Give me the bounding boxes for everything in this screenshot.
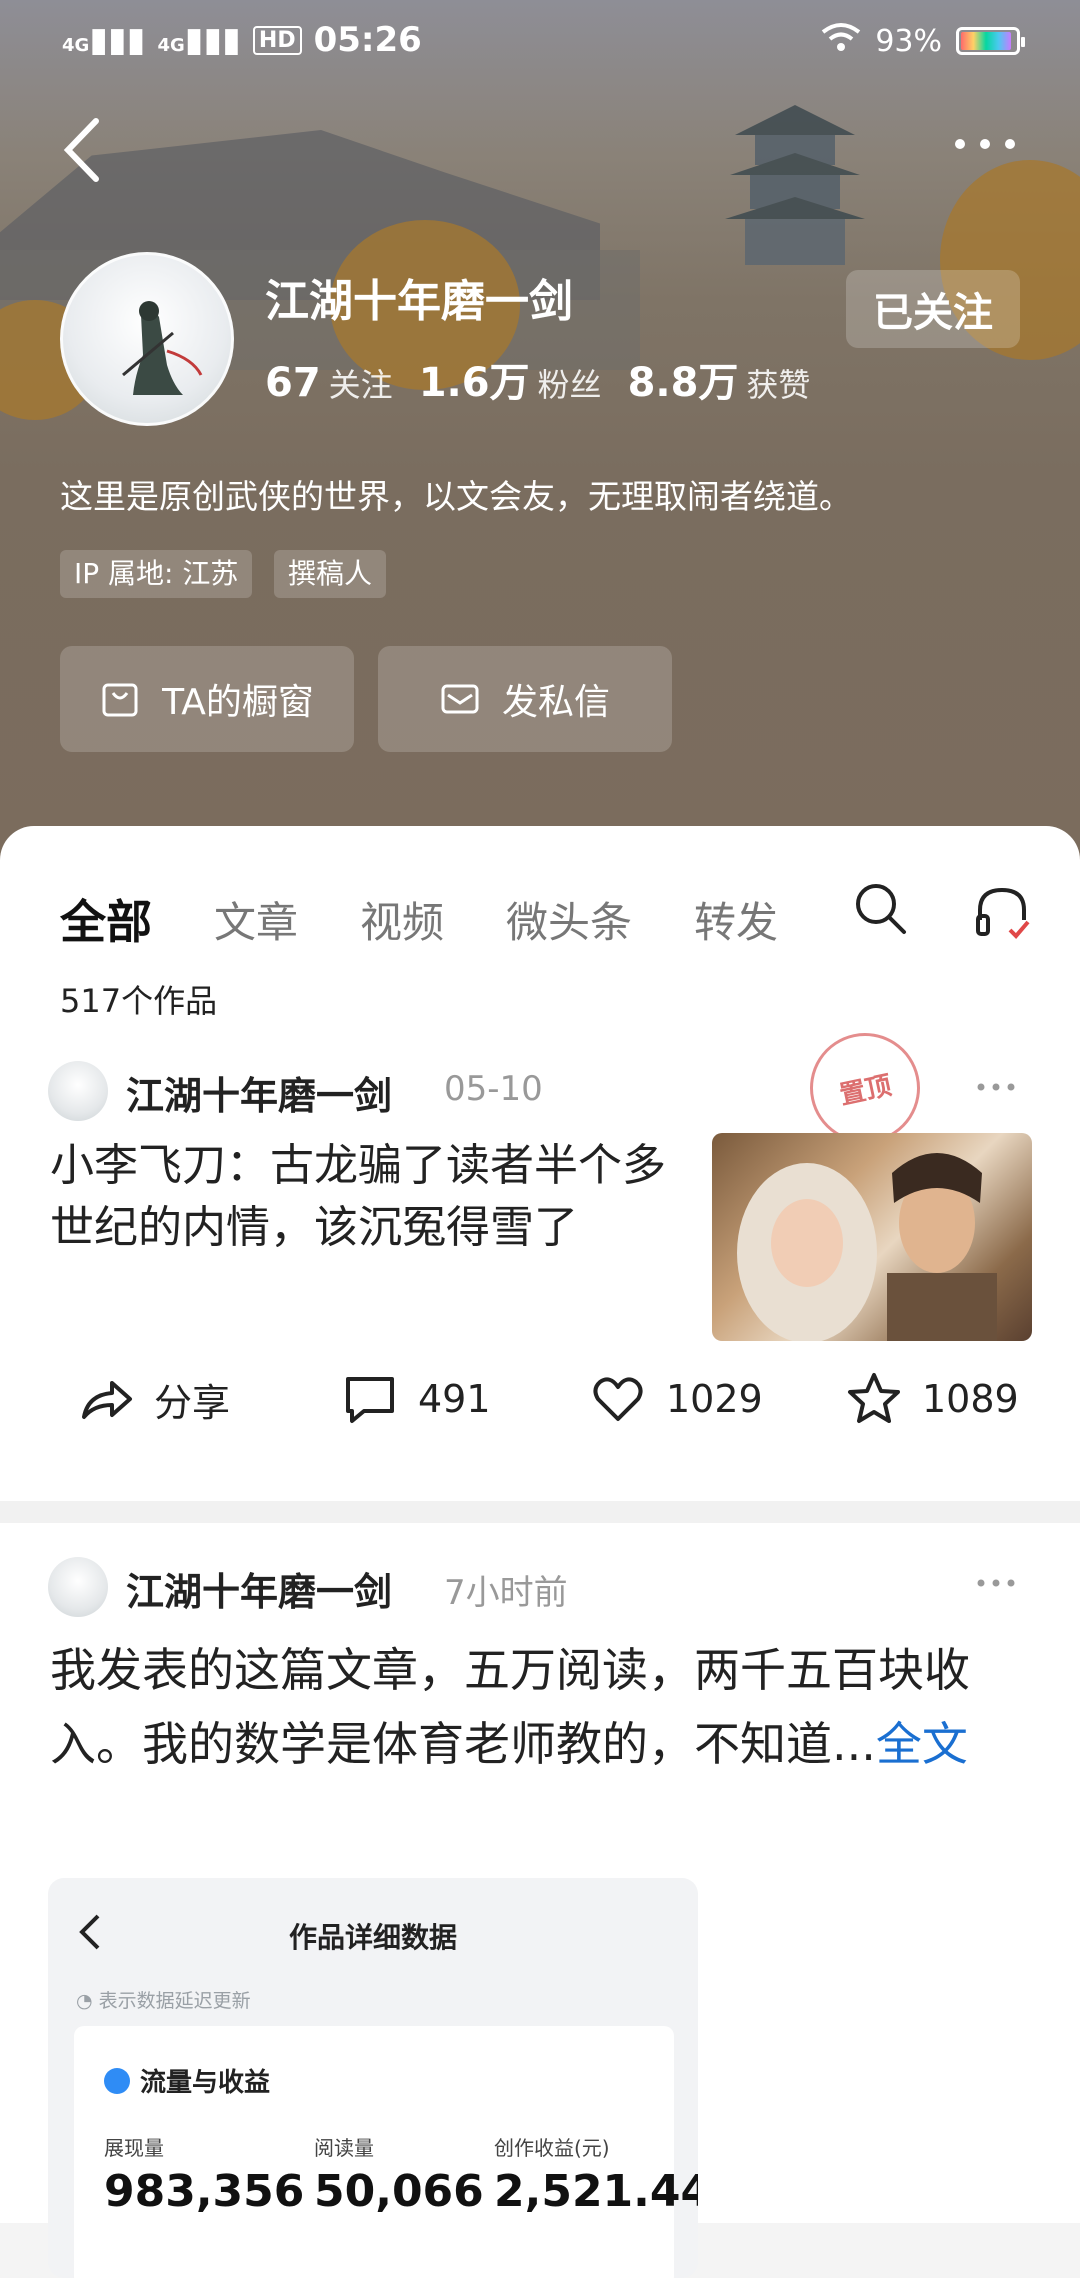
tab-articles[interactable]: 文章 bbox=[214, 889, 298, 950]
stat-following[interactable]: 67 关注 bbox=[265, 360, 393, 406]
card-note: ◔ 表示数据延迟更新 bbox=[76, 1990, 251, 2012]
back-button[interactable] bbox=[58, 115, 108, 185]
more-options-button[interactable] bbox=[950, 130, 1020, 160]
author-avatar[interactable] bbox=[48, 1061, 108, 1121]
section-divider bbox=[0, 1501, 1080, 1523]
works-count: 517个作品 bbox=[60, 982, 218, 1020]
card-note-text: 表示数据延迟更新 bbox=[98, 1990, 251, 2012]
post-thumbnail[interactable] bbox=[712, 1133, 1032, 1341]
profile-stats: 67 关注 1.6万 粉丝 8.8万 获赞 bbox=[265, 350, 810, 408]
section-label: 流量与收益 bbox=[140, 2068, 271, 2098]
tab-all[interactable]: 全部 bbox=[60, 886, 152, 952]
impressions-value: 983,356 bbox=[104, 2166, 305, 2217]
following-button[interactable]: 已关注 bbox=[846, 270, 1020, 348]
search-icon[interactable] bbox=[852, 880, 908, 936]
profile-bio: 这里是原创武侠的世界，以文会友，无理取闹者绕道。 bbox=[60, 477, 852, 516]
earnings-value: 2,521.44 bbox=[494, 2166, 698, 2217]
tab-micro-posts[interactable]: 微头条 bbox=[506, 889, 632, 950]
post-text[interactable]: 我发表的这篇文章，五万阅读，两千五百块收入。我的数学是体育老师教的，不知道...… bbox=[50, 1633, 1040, 1781]
lightning-icon bbox=[104, 2067, 130, 2094]
stats-panel: 流量与收益 展现量 阅读量 创作收益(元) 983,356 50,066 2,5… bbox=[74, 2026, 698, 2278]
favorite-count: 1089 bbox=[922, 1377, 1019, 1421]
swordsman-avatar-image bbox=[122, 301, 203, 395]
stats-section-title: 流量与收益 bbox=[104, 2062, 270, 2099]
share-icon bbox=[82, 1381, 132, 1419]
headphones-icon[interactable] bbox=[972, 882, 1032, 942]
comment-count: 491 bbox=[418, 1377, 491, 1421]
earnings-label: 创作收益(元) bbox=[494, 2136, 610, 2160]
battery-icon bbox=[956, 27, 1025, 55]
post-body: 我发表的这篇文章，五万阅读，两千五百块收入。我的数学是体育老师教的，不知道... bbox=[50, 1643, 970, 1771]
signal-indicator: 4G▮▮▮ bbox=[62, 20, 146, 60]
post-author[interactable]: 江湖十年磨一剑 bbox=[126, 1561, 392, 1616]
tab-videos[interactable]: 视频 bbox=[360, 889, 444, 950]
ip-location-tag: IP 属地: 江苏 bbox=[60, 550, 253, 598]
embedded-screenshot[interactable]: 作品详细数据 ◔ 表示数据延迟更新 流量与收益 展现量 阅读量 创作收益(元) … bbox=[48, 1878, 698, 2278]
comment-icon bbox=[346, 1377, 394, 1423]
share-button[interactable]: 分享 bbox=[78, 1371, 230, 1427]
role-tag: 撰稿人 bbox=[274, 550, 387, 598]
shopping-bag-icon bbox=[102, 683, 138, 717]
reads-value: 50,066 bbox=[314, 2166, 484, 2217]
favorite-button[interactable]: 1089 bbox=[846, 1371, 1019, 1427]
more-dots-icon[interactable] bbox=[976, 1577, 1016, 1589]
reads-label: 阅读量 bbox=[314, 2136, 374, 2160]
post-author[interactable]: 江湖十年磨一剑 bbox=[126, 1065, 392, 1120]
card-title: 作品详细数据 bbox=[288, 1921, 457, 1954]
wifi-icon bbox=[821, 22, 861, 60]
impressions-label: 展现量 bbox=[104, 2136, 164, 2160]
avatar[interactable] bbox=[60, 252, 234, 426]
comment-button[interactable]: 491 bbox=[342, 1371, 491, 1427]
hd-icon: HD bbox=[252, 25, 302, 55]
read-full-link[interactable]: 全文 bbox=[876, 1717, 968, 1771]
star-icon bbox=[848, 1373, 900, 1423]
tab-reposts[interactable]: 转发 bbox=[694, 889, 778, 950]
post-actions: 分享 491 1029 1089 bbox=[0, 1371, 1080, 1451]
clock: 05:26 bbox=[313, 20, 422, 60]
author-avatar[interactable] bbox=[48, 1557, 108, 1617]
share-label: 分享 bbox=[154, 1380, 231, 1425]
stat-followers[interactable]: 1.6万 粉丝 bbox=[419, 350, 602, 408]
profile-name: 江湖十年磨一剑 bbox=[265, 276, 573, 327]
battery-percent: 93% bbox=[875, 23, 942, 59]
post-card[interactable]: 江湖十年磨一剑 05-10 置顶 小李飞刀：古龙骗了读者半个多世纪的内情，该沉冤… bbox=[0, 1022, 1080, 1501]
envelope-icon bbox=[441, 684, 479, 714]
like-button[interactable]: 1029 bbox=[590, 1371, 763, 1427]
tab-bar: 全部 文章 视频 微头条 转发 bbox=[60, 886, 840, 952]
like-count: 1029 bbox=[666, 1377, 763, 1421]
drama-still-image bbox=[737, 1153, 997, 1341]
post-time: 05-10 bbox=[444, 1069, 543, 1109]
more-dots-icon[interactable] bbox=[976, 1081, 1016, 1093]
post-card[interactable]: 江湖十年磨一剑 7小时前 我发表的这篇文章，五万阅读，两千五百块收入。我的数学是… bbox=[0, 1523, 1080, 2278]
shop-window-button[interactable]: TA的橱窗 bbox=[60, 646, 354, 752]
content-sheet: 全部 文章 视频 微头条 转发 517个作品 江湖十年磨一剑 05-10 置顶 … bbox=[0, 826, 1080, 2278]
heart-icon bbox=[593, 1377, 643, 1421]
stat-likes[interactable]: 8.8万 获赞 bbox=[628, 350, 811, 408]
more-dots-icon bbox=[955, 139, 1015, 149]
post-time: 7小时前 bbox=[444, 1573, 568, 1613]
chevron-left-icon bbox=[63, 118, 99, 182]
post-title[interactable]: 小李飞刀：古龙骗了读者半个多世纪的内情，该沉冤得雪了 bbox=[50, 1135, 690, 1259]
profile-header: 4G▮▮▮ 4G▮▮▮ HD 05:26 93% 江湖十年磨一剑 67 关注 1.… bbox=[0, 0, 1080, 860]
status-bar: 4G▮▮▮ 4G▮▮▮ HD 05:26 93% bbox=[0, 0, 1080, 88]
shop-window-label: TA的橱窗 bbox=[162, 682, 314, 723]
signal-indicator: 4G▮▮▮ bbox=[157, 20, 241, 60]
message-button[interactable]: 发私信 bbox=[378, 646, 672, 752]
message-label: 发私信 bbox=[501, 682, 610, 723]
pagoda-scenery bbox=[725, 105, 865, 265]
